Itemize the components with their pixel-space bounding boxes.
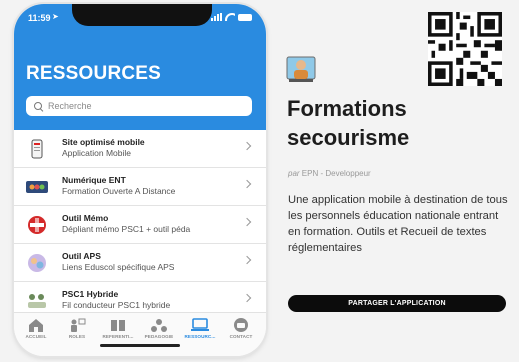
app-title-line1: Formations <box>287 96 407 121</box>
resource-list: Site optimisé mobile Application Mobile … <box>14 130 266 320</box>
status-time: 11:59 <box>28 13 51 23</box>
psc1-hybrid-icon <box>28 294 46 308</box>
search-input[interactable]: Recherche <box>26 96 252 116</box>
app-title: Formations secourisme <box>287 94 409 152</box>
app-description: Une application mobile à destination de … <box>288 194 508 254</box>
mobile-site-icon <box>31 139 43 159</box>
item-title: Outil APS <box>62 251 101 261</box>
developer-line: par EPN - Developpeur <box>288 169 371 178</box>
by-prefix: par <box>288 169 300 178</box>
book-icon <box>111 320 125 331</box>
tab-ressources[interactable]: RESSOURC... <box>180 317 220 339</box>
screen-title: RESSOURCES <box>26 63 162 84</box>
location-arrow-icon: ➤ <box>52 12 59 21</box>
item-subtitle: Dépliant mémo PSC1 + outil péda <box>62 224 191 234</box>
chevron-right-icon <box>242 179 252 189</box>
item-subtitle: Fil conducteur PSC1 hybride <box>62 300 171 310</box>
item-title: Numérique ENT <box>62 175 126 185</box>
home-icon <box>29 319 43 332</box>
psc1-memo-icon <box>28 216 46 234</box>
qr-code-icon <box>428 12 502 86</box>
list-item[interactable]: Site optimisé mobile Application Mobile <box>14 130 266 168</box>
item-title: PSC1 Hybride <box>62 289 119 299</box>
tab-label: ACCUEIL <box>25 334 47 339</box>
phone-mockup: 11:59 ➤ RESSOURCES Recherche Site optimi… <box>14 4 266 356</box>
tab-label: ROLES <box>68 334 86 339</box>
resources-icon <box>191 318 209 331</box>
item-subtitle: Application Mobile <box>62 148 131 158</box>
home-indicator <box>100 344 180 347</box>
tab-contact[interactable]: CONTACT <box>221 317 261 339</box>
pedagogy-icon <box>151 319 167 332</box>
tab-label: RESSOURC... <box>184 334 216 339</box>
app-title-line2: secourisme <box>287 125 410 150</box>
list-item[interactable]: Numérique ENT Formation Ouverte A Distan… <box>14 168 266 206</box>
share-button[interactable]: PARTAGER L'APPLICATION <box>288 295 506 312</box>
list-item[interactable]: Outil APS Liens Eduscol spécifique APS <box>14 244 266 282</box>
item-subtitle: Formation Ouverte A Distance <box>62 186 176 196</box>
status-icons <box>211 13 252 21</box>
search-icon <box>34 101 43 111</box>
chevron-right-icon <box>242 217 252 227</box>
contact-icon <box>234 318 248 332</box>
aps-icon <box>28 254 46 272</box>
chevron-right-icon <box>242 255 252 265</box>
wifi-icon <box>225 13 235 21</box>
tab-pedagogie[interactable]: PEDAGOGIE <box>139 317 179 339</box>
item-title: Outil Mémo <box>62 213 109 223</box>
tab-bar: ACCUEIL ROLES REFERENTI... PEDAGOGIE RES… <box>14 312 266 356</box>
chevron-right-icon <box>242 141 252 151</box>
tab-label: CONTACT <box>229 334 253 339</box>
chevron-right-icon <box>242 293 252 303</box>
tab-accueil[interactable]: ACCUEIL <box>16 317 56 339</box>
tab-label: PEDAGOGIE <box>144 334 174 339</box>
tab-referentiel[interactable]: REFERENTI... <box>98 317 138 339</box>
developer-name[interactable]: EPN - Developpeur <box>302 169 371 178</box>
ent-icon <box>26 181 48 193</box>
tab-roles[interactable]: ROLES <box>57 317 97 339</box>
item-title: Site optimisé mobile <box>62 137 145 147</box>
roles-icon <box>71 318 86 332</box>
phone-notch <box>72 4 212 26</box>
signal-icon <box>211 13 222 21</box>
list-item[interactable]: Outil Mémo Dépliant mémo PSC1 + outil pé… <box>14 206 266 244</box>
app-logo-icon <box>286 56 316 82</box>
battery-icon <box>238 13 252 21</box>
search-placeholder: Recherche <box>48 101 92 111</box>
tab-label: REFERENTI... <box>102 334 134 339</box>
item-subtitle: Liens Eduscol spécifique APS <box>62 262 175 272</box>
